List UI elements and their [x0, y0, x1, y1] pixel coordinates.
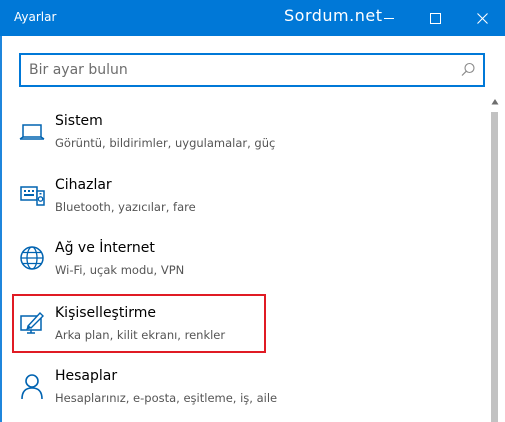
settings-item-system[interactable]: Sistem Görüntü, bildirimler, uygulamalar… [14, 113, 484, 169]
settings-item-network[interactable]: Ağ ve İnternet Wi-Fi, uçak modu, VPN [14, 240, 484, 296]
settings-item-description: Görüntü, bildirimler, uygulamalar, güç [55, 136, 276, 150]
minimize-icon [384, 17, 394, 19]
settings-item-label: Sistem [55, 113, 103, 129]
close-button[interactable] [459, 0, 505, 36]
minimize-button[interactable] [366, 0, 412, 36]
settings-item-label: Hesaplar [55, 368, 118, 384]
settings-item-devices[interactable]: Cihazlar Bluetooth, yazıcılar, fare [14, 177, 484, 233]
devices-icon [20, 186, 45, 206]
person-icon [21, 374, 43, 400]
title-bar[interactable]: Ayarlar Sordum.net [0, 0, 505, 36]
settings-item-accounts[interactable]: Hesaplar Hesaplarınız, e-posta, eşitleme… [14, 368, 484, 422]
settings-item-description: Bluetooth, yazıcılar, fare [55, 200, 196, 214]
personalization-icon [20, 311, 44, 334]
search-input[interactable] [29, 61, 449, 79]
window-title: Ayarlar [14, 10, 57, 24]
settings-item-personalization[interactable]: Kişiselleştirme Arka plan, kilit ekranı,… [14, 305, 484, 361]
search-box[interactable] [19, 53, 485, 87]
settings-item-description: Arka plan, kilit ekranı, renkler [55, 328, 226, 342]
scrollbar-thumb[interactable] [491, 112, 498, 422]
settings-item-description: Hesaplarınız, e-posta, eşitleme, iş, ail… [55, 391, 278, 405]
settings-item-label: Kişiselleştirme [55, 305, 156, 321]
search-icon[interactable] [459, 61, 477, 79]
maximize-icon [429, 12, 441, 24]
settings-item-label: Cihazlar [55, 177, 112, 193]
laptop-icon [19, 124, 45, 140]
globe-icon [20, 246, 44, 270]
scroll-up-arrow-icon[interactable] [491, 98, 499, 106]
maximize-button[interactable] [412, 0, 458, 36]
settings-item-description: Wi-Fi, uçak modu, VPN [55, 263, 185, 277]
settings-item-label: Ağ ve İnternet [55, 240, 155, 256]
window-border [0, 36, 2, 422]
settings-window: Ayarlar Sordum.net Bir ayar bulun Sistem… [0, 0, 505, 422]
close-icon [476, 12, 488, 24]
